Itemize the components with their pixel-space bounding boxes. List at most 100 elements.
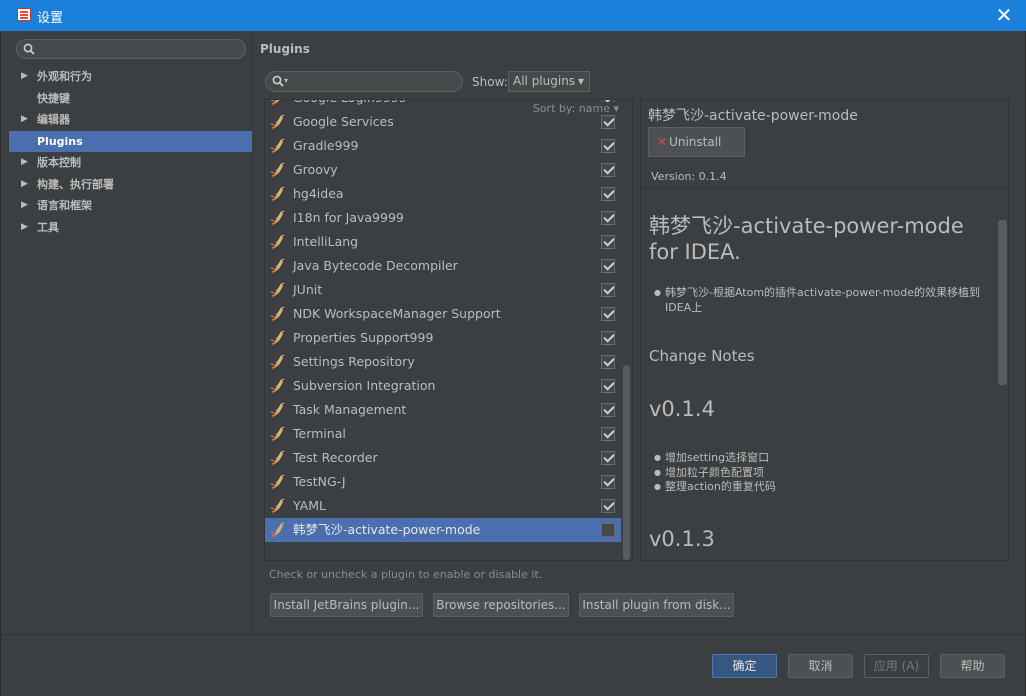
plugin-hint-text: Check or uncheck a plugin to enable or d… [269,568,543,581]
browse-repositories-button[interactable]: Browse repositories... [433,593,569,617]
plugin-enabled-checkbox[interactable] [601,379,615,393]
close-icon[interactable]: ✕ [992,3,1016,27]
plugin-row[interactable]: Subversion Integration [265,374,621,398]
expand-arrow-icon[interactable]: ▶ [21,174,28,196]
plugin-name: Properties Support999 [293,330,434,345]
window-title: 设置 [37,11,64,26]
search-options-chevron-icon[interactable]: ▾ [284,76,288,85]
plugin-icon [270,354,286,370]
sidebar-item-label: 编辑器 [37,113,70,126]
detail-scrollbar-thumb[interactable] [998,220,1007,385]
sidebar-item-label: 外观和行为 [37,70,92,83]
plugin-enabled-checkbox[interactable] [601,235,615,249]
sidebar-item-languages[interactable]: ▶ 语言和框架 [9,195,252,217]
change-notes-heading: Change Notes [649,347,755,365]
uninstall-button[interactable]: ✕ Uninstall [648,127,745,157]
expand-arrow-icon[interactable]: ▶ [21,195,28,217]
sidebar-item-editor[interactable]: ▶ 编辑器 [9,109,252,131]
scrollbar-thumb[interactable] [623,365,630,560]
plugin-icon [270,498,286,514]
plugin-name: Terminal [293,426,346,441]
plugin-enabled-checkbox[interactable] [601,355,615,369]
show-filter-label: Show: [472,75,508,89]
plugin-name: Settings Repository [293,354,415,369]
plugin-row[interactable]: Terminal [265,422,621,446]
plugin-enabled-checkbox[interactable] [601,427,615,441]
plugin-row[interactable]: Java Bytecode Decompiler [265,254,621,278]
apply-button[interactable]: 应用 (A) [864,654,929,678]
plugin-icon [270,138,286,154]
plugin-row[interactable]: IntelliLang [265,230,621,254]
plugin-list[interactable]: Sort by: name ▾ Google Login9999 Google S… [264,99,633,561]
plugin-enabled-checkbox[interactable] [601,523,615,537]
plugin-row[interactable]: TestNG-J [265,470,621,494]
plugin-enabled-checkbox[interactable] [601,499,615,513]
plugin-row[interactable]: Groovy [265,158,621,182]
settings-tree: ▶ 外观和行为 快捷键 ▶ 编辑器 Plugins ▶ 版本控制 ▶ 构建、执行… [9,66,252,238]
plugin-enabled-checkbox[interactable] [601,283,615,297]
plugin-enabled-checkbox[interactable] [601,307,615,321]
plugin-row[interactable]: Gradle999 [265,134,621,158]
plugin-icon [270,162,286,178]
plugin-row[interactable]: hg4idea [265,182,621,206]
expand-arrow-icon[interactable]: ▶ [21,152,28,174]
plugin-row[interactable]: Test Recorder [265,446,621,470]
sidebar-item-plugins[interactable]: Plugins [9,130,252,152]
plugin-row[interactable]: Task Management [265,398,621,422]
plugin-enabled-checkbox[interactable] [601,403,615,417]
show-filter-select[interactable]: All plugins ▼ [508,71,590,92]
title-bar: 设置 ✕ [0,0,1026,31]
plugin-enabled-checkbox[interactable] [601,115,615,129]
plugin-icon [270,114,286,130]
plugin-name: Test Recorder [293,450,378,465]
plugin-enabled-checkbox[interactable] [601,259,615,273]
cancel-button[interactable]: 取消 [788,654,853,678]
plugin-row[interactable]: Properties Support999 [265,326,621,350]
expand-arrow-icon[interactable]: ▶ [21,66,28,88]
plugin-row[interactable]: NDK WorkspaceManager Support [265,302,621,326]
plugin-name: Groovy [293,162,338,177]
show-filter-value: All plugins [513,74,576,88]
plugin-name: IntelliLang [293,234,359,249]
settings-dialog: ▶ 外观和行为 快捷键 ▶ 编辑器 Plugins ▶ 版本控制 ▶ 构建、执行… [0,31,1026,696]
plugin-row[interactable]: YAML [265,494,621,518]
plugin-row[interactable]: Settings Repository [265,350,621,374]
plugin-enabled-checkbox[interactable] [601,187,615,201]
install-from-disk-button[interactable]: Install plugin from disk... [579,593,734,617]
expand-arrow-icon[interactable]: ▶ [21,217,28,239]
sidebar-item-version-control[interactable]: ▶ 版本控制 [9,152,252,174]
app-icon [17,8,31,21]
plugin-description: 韩梦飞沙-activate-power-mode for IDEA. 韩梦飞沙-… [649,195,994,551]
plugin-enabled-checkbox[interactable] [601,451,615,465]
install-jetbrains-plugin-button[interactable]: Install JetBrains plugin... [270,593,423,617]
change-note-item: 增加setting选择窗口 [649,451,994,466]
plugin-enabled-checkbox[interactable] [601,475,615,489]
uninstall-icon: ✕ [657,135,668,149]
sort-by-button[interactable]: Sort by: name ▾ [532,102,619,115]
sidebar-search-input[interactable] [16,39,246,59]
plugin-enabled-checkbox[interactable] [601,331,615,345]
plugin-name: hg4idea [293,186,344,201]
plugin-enabled-checkbox[interactable] [601,211,615,225]
plugin-search-input[interactable]: ▾ [265,71,463,92]
plugin-icon [270,210,286,226]
help-button[interactable]: 帮助 [940,654,1005,678]
plugin-name: TestNG-J [293,474,346,489]
expand-arrow-icon[interactable]: ▶ [21,109,28,131]
sidebar-item-tools[interactable]: ▶ 工具 [9,217,252,239]
ok-button[interactable]: 确定 [712,654,777,678]
plugin-enabled-checkbox[interactable] [601,139,615,153]
plugin-enabled-checkbox[interactable] [601,163,615,177]
sidebar-item-build[interactable]: ▶ 构建、执行部署 [9,174,252,196]
plugin-name: Google Services [293,114,394,129]
settings-sidebar: ▶ 外观和行为 快捷键 ▶ 编辑器 Plugins ▶ 版本控制 ▶ 构建、执行… [9,31,252,633]
sidebar-item-keymap[interactable]: 快捷键 [9,88,252,110]
plugin-row[interactable]: JUnit [265,278,621,302]
plugin-name: Task Management [293,402,407,417]
plugin-row[interactable]: I18n for Java9999 [265,206,621,230]
plugin-list-scrollbar[interactable] [621,100,632,560]
plugin-row[interactable]: 韩梦飞沙-activate-power-mode [265,518,621,542]
sidebar-item-label: Plugins [37,134,83,148]
sidebar-item-appearance[interactable]: ▶ 外观和行为 [9,66,252,88]
plugin-version: Version: 0.1.4 [651,170,727,183]
